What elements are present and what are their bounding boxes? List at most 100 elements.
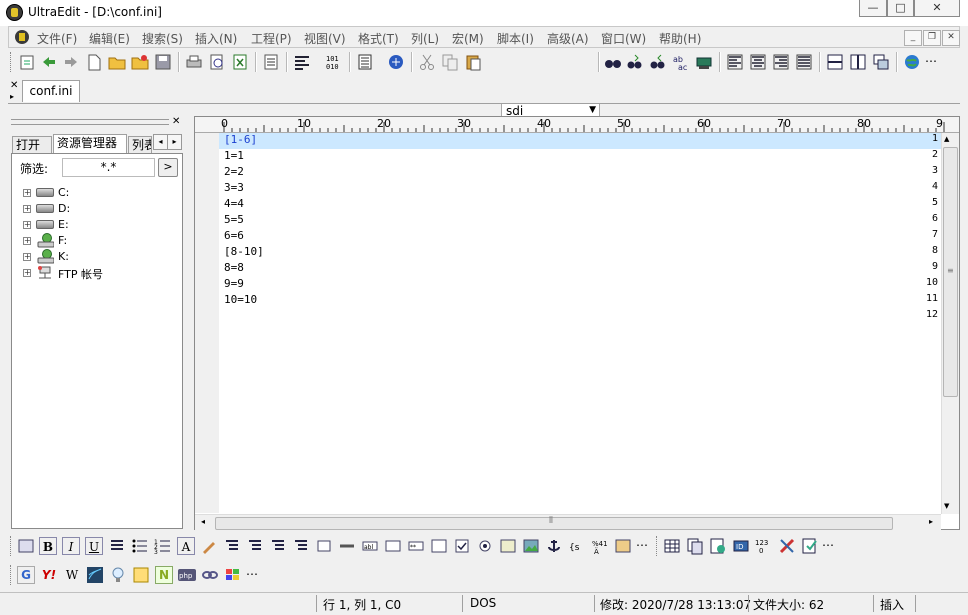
heading-2-icon[interactable] <box>246 537 264 555</box>
bulleted-list-icon[interactable] <box>131 537 149 555</box>
more-tools-icon[interactable]: ⋯ <box>925 54 937 68</box>
excel-export-icon[interactable] <box>231 53 249 71</box>
page-icon[interactable] <box>262 53 280 71</box>
more-tools-icon[interactable]: ⋯ <box>822 538 834 552</box>
configure-icon[interactable] <box>801 537 819 555</box>
tab-open[interactable]: 打开 <box>12 136 52 153</box>
align-left-icon[interactable] <box>726 53 744 71</box>
select-icon[interactable] <box>430 537 448 555</box>
vertical-scroll-thumb[interactable]: ≡ <box>943 147 958 397</box>
expand-icon[interactable]: + <box>23 221 31 229</box>
panel-close-icon[interactable]: ✕ <box>172 116 180 127</box>
radio-button-icon[interactable] <box>476 537 494 555</box>
align-right-icon[interactable] <box>772 53 790 71</box>
horizontal-scroll-thumb[interactable]: ⦀ <box>215 516 893 530</box>
menu-view[interactable]: 视图(V) <box>304 30 346 47</box>
save-icon[interactable] <box>154 53 172 71</box>
scroll-up-icon[interactable]: ▲ <box>944 135 949 143</box>
text-field-icon[interactable]: abl <box>361 537 379 555</box>
menu-script[interactable]: 脚本(I) <box>497 30 534 47</box>
panel-grip[interactable] <box>11 119 169 125</box>
horizontal-rule-icon[interactable] <box>338 537 356 555</box>
menu-macro[interactable]: 宏(M) <box>452 30 484 47</box>
menu-insert[interactable]: 插入(N) <box>195 30 237 47</box>
underline-icon[interactable]: U <box>85 537 103 555</box>
lightbulb-icon[interactable] <box>109 566 127 584</box>
close-button[interactable]: ✕ <box>914 0 960 17</box>
toolbar-grip[interactable] <box>10 52 13 72</box>
expand-icon[interactable]: + <box>23 237 31 245</box>
menu-window[interactable]: 窗口(W) <box>601 30 646 47</box>
heading-4-icon[interactable] <box>292 537 310 555</box>
heading-1-icon[interactable] <box>223 537 241 555</box>
heading-3-icon[interactable] <box>269 537 287 555</box>
horizontal-scrollbar[interactable]: ◂ ⦀ ▸ <box>195 514 941 531</box>
expand-icon[interactable]: + <box>23 189 31 197</box>
numbering-icon[interactable]: 123 0 <box>755 537 773 555</box>
font-icon[interactable]: A <box>177 537 195 555</box>
id-icon[interactable]: ID <box>732 537 750 555</box>
copy-icon[interactable] <box>441 53 459 71</box>
html-validate-icon[interactable] <box>614 537 632 555</box>
paragraph-icon[interactable] <box>108 537 126 555</box>
code-line[interactable]: 1=1 <box>224 149 244 162</box>
menu-column[interactable]: 列(L) <box>411 30 439 47</box>
cascade-windows-icon[interactable] <box>872 53 890 71</box>
scroll-down-icon[interactable]: ▼ <box>944 502 949 510</box>
copy-table-icon[interactable] <box>686 537 704 555</box>
paste-icon[interactable] <box>464 53 482 71</box>
tab-conf-ini[interactable]: conf.ini <box>22 80 80 102</box>
menu-edit[interactable]: 编辑(E) <box>89 30 130 47</box>
tab-scroll-right-icon[interactable]: ▸ <box>167 134 182 150</box>
code-line[interactable]: [1-6] <box>224 133 257 146</box>
script-icon[interactable]: {s <box>568 537 586 555</box>
text-area[interactable]: 1 2 3 4 5 6 7 8 9 10 11 12 [1-6] 1=1 2=2… <box>195 133 941 513</box>
more-tools-icon[interactable]: ⋯ <box>636 538 648 552</box>
menu-help[interactable]: 帮助(H) <box>659 30 701 47</box>
special-chars-icon[interactable]: %41 Ä <box>591 537 609 556</box>
back-arrow-icon[interactable] <box>40 53 58 71</box>
tab-scroll-left-icon[interactable]: ◂ <box>153 134 168 150</box>
minimize-button[interactable]: — <box>859 0 887 17</box>
print-preview-icon[interactable] <box>208 53 226 71</box>
checkbox-icon[interactable] <box>453 537 471 555</box>
find-prev-icon[interactable] <box>626 53 644 71</box>
document-list-icon[interactable] <box>356 53 374 71</box>
bold-icon[interactable]: B <box>39 537 57 555</box>
vertical-scrollbar[interactable]: ▲ ≡ ▼ <box>941 133 959 514</box>
mdi-close-button[interactable]: ✕ <box>942 30 960 46</box>
numbered-list-icon[interactable]: 123 <box>154 537 172 556</box>
textarea-icon[interactable] <box>384 537 402 555</box>
code-line[interactable]: [8-10] <box>224 245 264 258</box>
mdi-restore-button[interactable]: ❐ <box>923 30 941 46</box>
php-icon[interactable]: php <box>178 566 196 584</box>
hex-mode-icon[interactable]: 101 010 <box>325 53 343 71</box>
cut-icon[interactable] <box>418 53 436 71</box>
tools-icon[interactable] <box>778 537 796 555</box>
maximize-button[interactable]: □ <box>887 0 914 17</box>
find-next-icon[interactable] <box>649 53 667 71</box>
split-horizontal-icon[interactable] <box>826 53 844 71</box>
html-tag-icon[interactable] <box>17 537 35 555</box>
scroll-left-icon[interactable]: ◂ <box>201 517 205 526</box>
insert-mode[interactable]: 插入 <box>880 596 904 613</box>
forward-arrow-icon[interactable] <box>62 53 80 71</box>
line-ending[interactable]: DOS <box>470 596 496 610</box>
table-icon[interactable] <box>663 537 681 555</box>
menu-project[interactable]: 工程(P) <box>251 30 292 47</box>
toolbar-grip[interactable] <box>10 536 13 556</box>
toolbar-grip[interactable] <box>656 536 659 556</box>
new-file-icon[interactable] <box>85 53 103 71</box>
split-vertical-icon[interactable] <box>849 53 867 71</box>
italic-icon[interactable]: I <box>62 537 80 555</box>
replace-icon[interactable]: ab ac <box>672 53 690 72</box>
menu-advanced[interactable]: 高级(A) <box>547 30 589 47</box>
document-menu-icon[interactable] <box>14 29 30 45</box>
find-in-files-icon[interactable] <box>695 53 713 71</box>
tab-explorer[interactable]: 资源管理器 <box>53 134 127 153</box>
word-wrap-icon[interactable] <box>293 53 311 71</box>
form-icon[interactable] <box>315 537 333 555</box>
tab-list[interactable]: 列表 <box>128 136 152 153</box>
sourceforge-icon[interactable] <box>86 566 104 584</box>
menu-search[interactable]: 搜索(S) <box>142 30 183 47</box>
